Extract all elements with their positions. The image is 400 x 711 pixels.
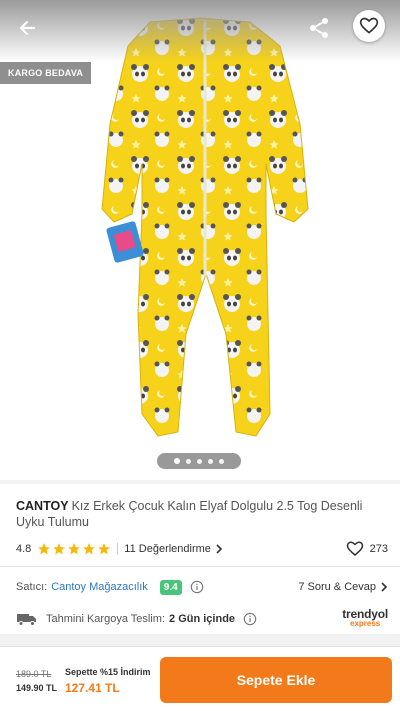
brand-name[interactable]: CANTOY [16,499,69,513]
qa-label: 7 Soru & Cevap [298,581,376,593]
free-shipping-badge: KARGO BEDAVA [0,62,92,84]
info-icon[interactable] [243,612,257,626]
trendyol-express-logo: trendyol express [342,607,388,629]
gallery-pagination[interactable] [157,453,241,469]
star-icon [68,543,81,555]
star-icon [53,543,66,555]
heart-icon [359,17,379,34]
divider [117,543,119,555]
rating-value: 4.8 [16,543,32,555]
logo-top: trendyol [342,607,388,621]
info-icon[interactable] [190,580,204,594]
add-to-cart-button[interactable]: Sepete Ekle [160,657,392,703]
product-image[interactable] [80,14,330,466]
chevron-right-icon [381,582,388,592]
gallery-dot[interactable] [197,458,202,464]
reviews-link[interactable]: 11 Değerlendirme [124,543,223,555]
favorites-number: 273 [369,543,388,555]
gallery-dot[interactable] [208,458,213,464]
bottom-bar: 189.0 TL 149.90 TL Sepette %15 İndirim 1… [0,646,400,711]
star-icon [38,543,51,555]
seller-link[interactable]: Cantoy Mağazacılık [51,581,148,593]
gallery-dot[interactable] [174,458,180,464]
chevron-right-icon [216,544,223,554]
heart-outline-icon [346,541,363,556]
promo-label: Sepette %15 İndirim [65,667,151,677]
shipping-label: Tahmini Kargoya Teslim: [46,613,166,625]
rating-row: 4.8 11 Değerlendirme 273 [16,540,388,558]
gallery-dot[interactable] [219,458,224,464]
seller-row: Satıcı: Cantoy Mağazacılık 9.4 7 Soru & … [16,578,388,596]
gallery-dot[interactable] [186,458,191,464]
shipping-row: Tahmini Kargoya Teslim: 2 Gün içinde tre… [16,608,388,630]
seller-label: Satıcı: [16,581,48,593]
truck-icon [17,614,36,626]
rating-stars [37,542,111,556]
favorite-button[interactable] [353,10,385,42]
divider [0,566,400,567]
qa-link[interactable]: 7 Soru & Cevap [298,581,388,593]
product-info: CANTOY Kız Erkek Çocuk Kalın Elyaf Dolgul… [0,484,400,634]
promo-price: 127.41 TL [65,681,120,695]
star-icon [98,543,111,555]
current-price: 149.90 TL [16,683,58,693]
product-title: CANTOY Kız Erkek Çocuk Kalın Elyaf Dolgul… [16,498,388,530]
back-arrow-icon[interactable] [14,14,42,42]
product-gallery[interactable]: KARGO BEDAVA [0,0,400,480]
shipping-value: 2 Gün içinde [169,613,236,625]
share-icon[interactable] [305,14,333,42]
old-price: 189.0 TL [16,669,52,679]
seller-score-badge: 9.4 [159,579,182,595]
star-icon [83,543,96,555]
reviews-label: 11 Değerlendirme [124,543,211,555]
favorites-count[interactable]: 273 [346,540,388,558]
